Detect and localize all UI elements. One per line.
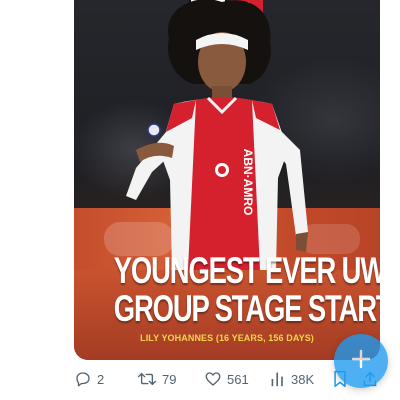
reply-count: 2 <box>97 371 105 387</box>
views-count: 38K <box>291 371 315 387</box>
reply-button[interactable]: 2 <box>74 367 104 391</box>
views-button[interactable]: 38K <box>270 367 314 391</box>
tweet-media-image[interactable]: ZN ABN·AMRO <box>74 0 380 360</box>
media-headline: YOUNGEST EVER UWCL GROUP STAGE STARTER <box>113 250 380 329</box>
tweet-action-bar: 2 79 561 38K <box>74 367 380 391</box>
headline-line-2: GROUP STAGE STARTER <box>113 288 380 329</box>
timeline-page: ZN ABN·AMRO <box>0 0 400 400</box>
repost-count: 79 <box>162 371 177 387</box>
like-icon <box>204 370 222 388</box>
views-icon <box>270 370 286 388</box>
media-caption: LILY YOHANNES (16 YEARS, 156 DAYS) <box>140 333 314 343</box>
repost-icon <box>137 370 157 388</box>
compose-plus-icon <box>350 348 372 375</box>
reply-icon <box>74 370 92 388</box>
repost-button[interactable]: 79 <box>137 367 176 391</box>
shirt-sponsor-text: ABN·AMRO <box>241 149 255 216</box>
like-button[interactable]: 561 <box>204 367 249 391</box>
headline-line-1: YOUNGEST EVER UWCL <box>113 250 380 291</box>
like-count: 561 <box>227 371 249 387</box>
compose-button[interactable] <box>334 334 388 388</box>
